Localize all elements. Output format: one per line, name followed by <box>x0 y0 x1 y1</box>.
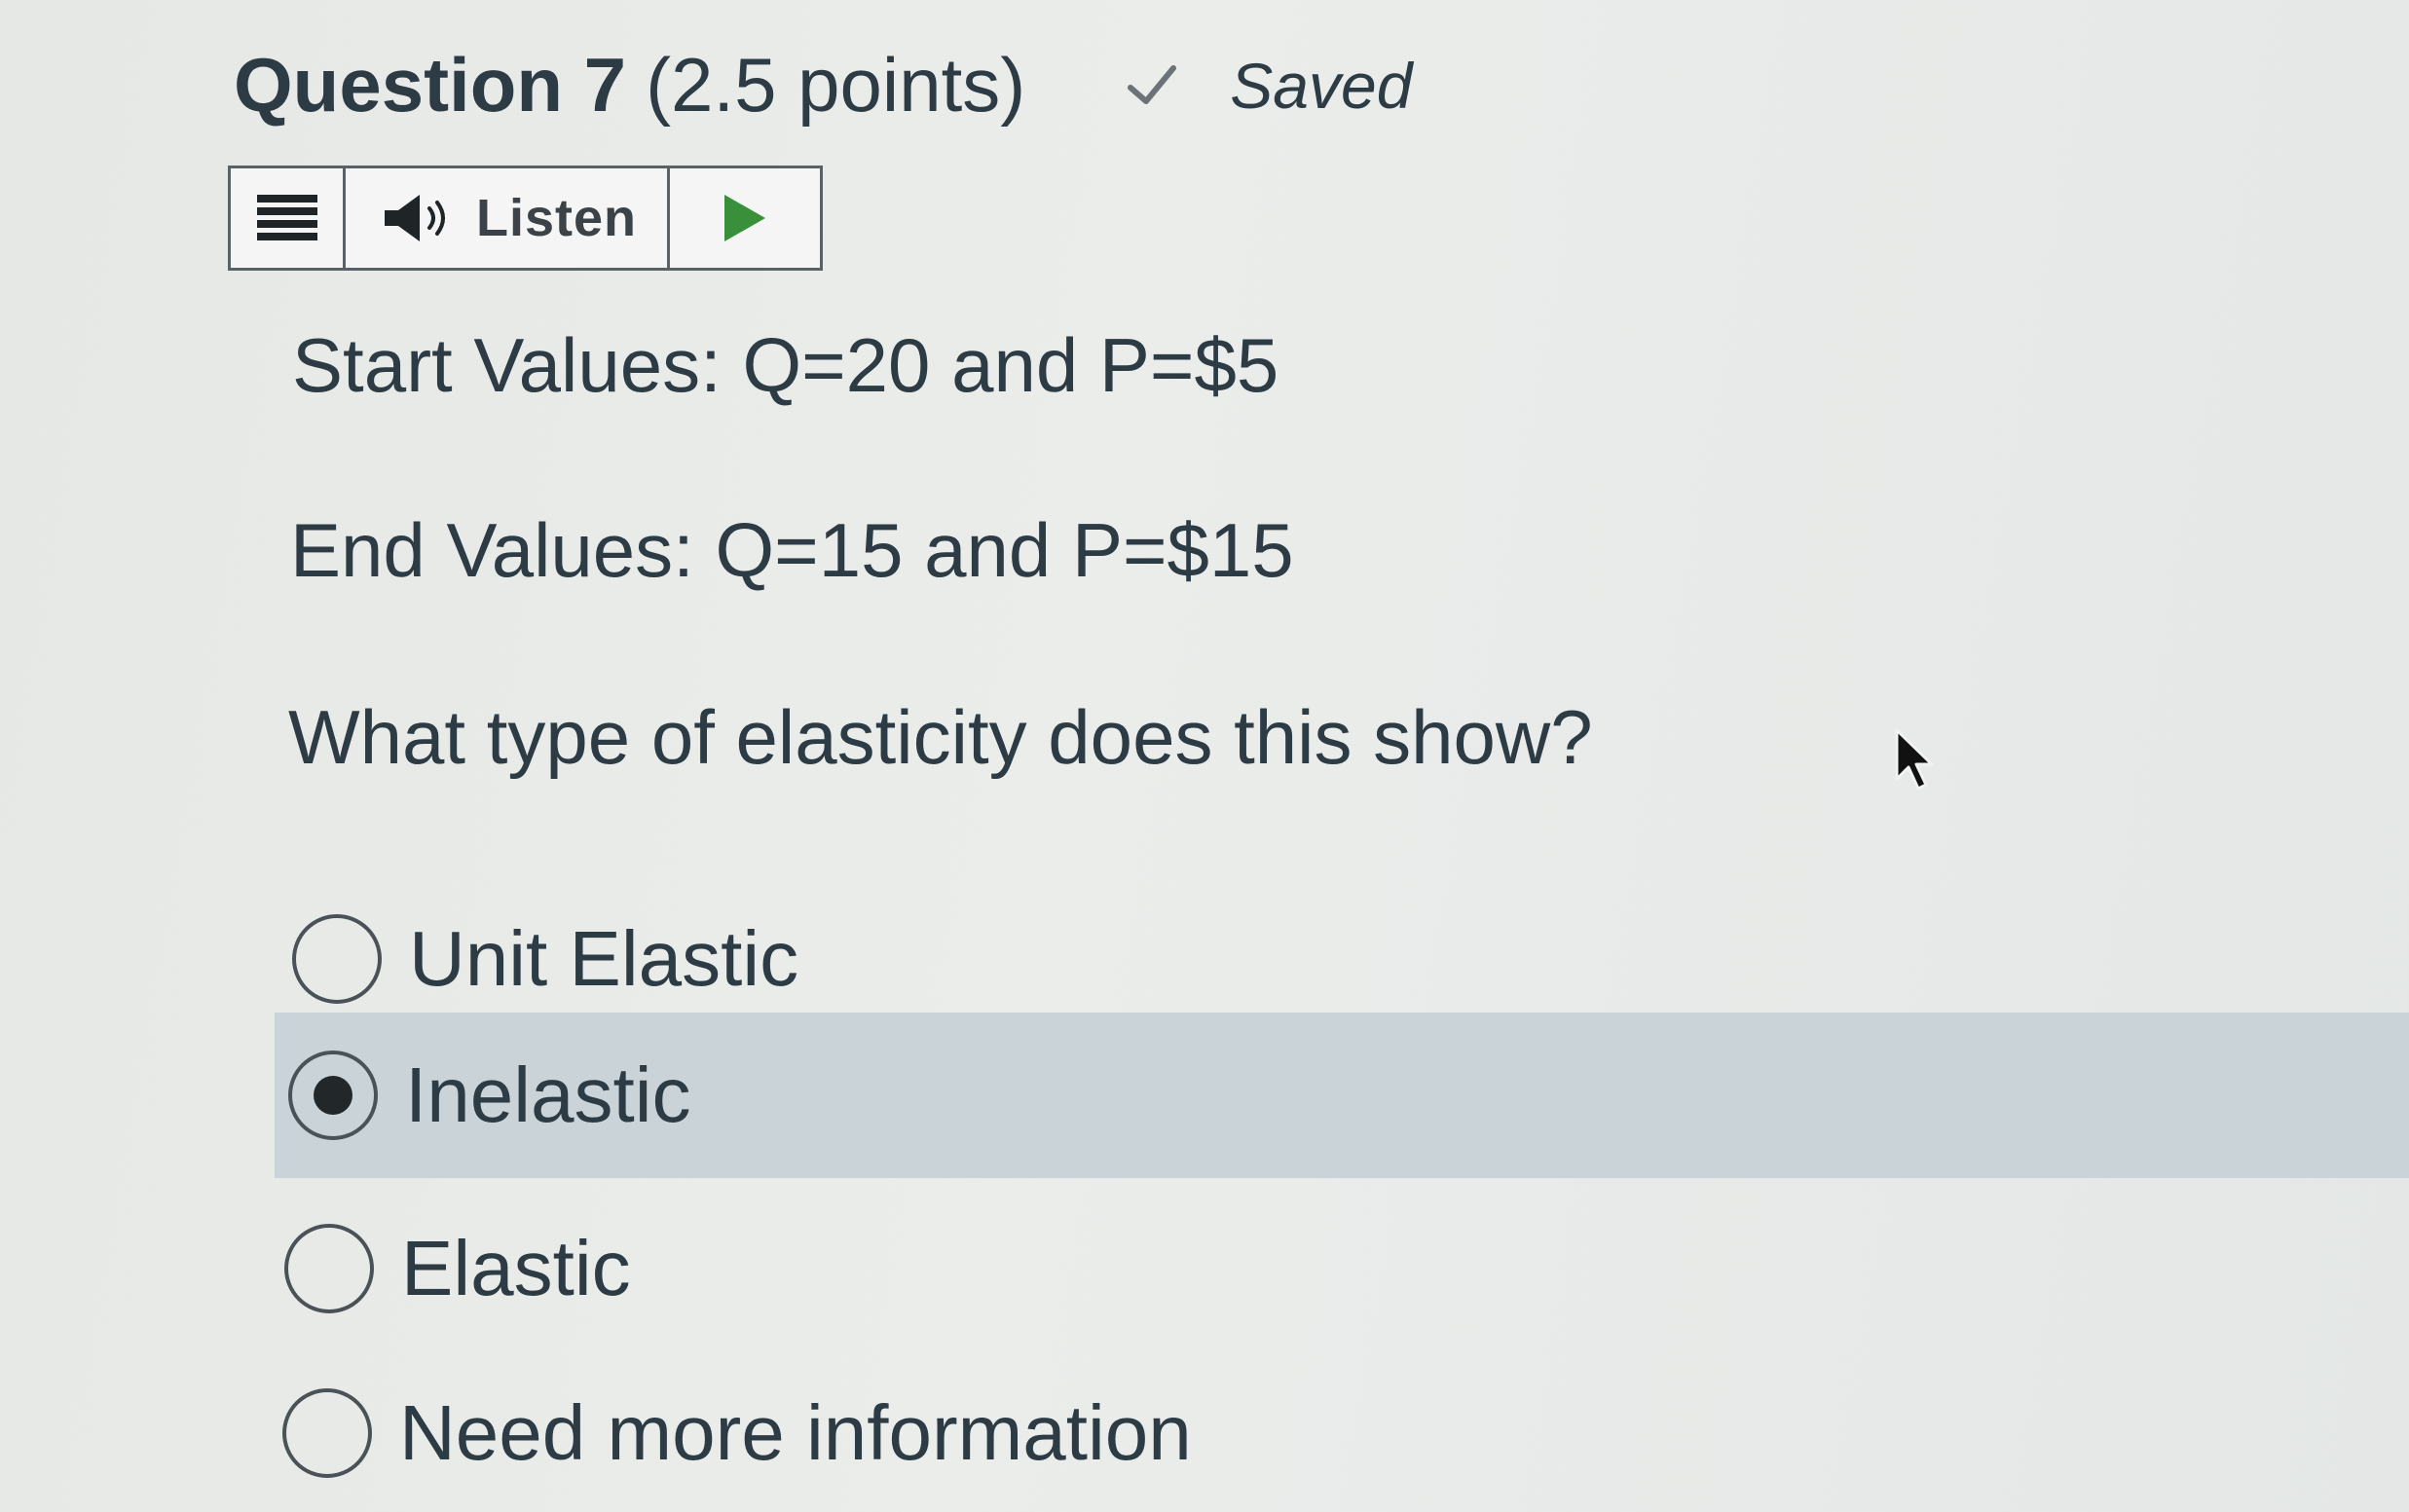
saved-status: Saved <box>1123 49 1412 123</box>
radio-button-selected[interactable] <box>288 1051 378 1140</box>
answer-option-inelastic[interactable]: Inelastic <box>275 1013 2409 1178</box>
answer-label: Need more information <box>399 1389 1192 1476</box>
answer-label: Inelastic <box>405 1051 691 1138</box>
radio-selected-dot <box>314 1076 352 1115</box>
question-title: Question 7 <box>234 42 627 128</box>
question-points: (2.5 points) <box>646 42 1026 128</box>
radio-button[interactable] <box>284 1224 374 1313</box>
mouse-pointer-icon <box>1895 728 1934 791</box>
radio-button[interactable] <box>282 1388 372 1478</box>
saved-label: Saved <box>1230 49 1413 122</box>
answer-label: Elastic <box>401 1225 631 1311</box>
speaker-icon <box>385 195 445 241</box>
play-button[interactable] <box>670 168 820 268</box>
listen-button[interactable]: Listen <box>346 168 670 268</box>
answer-option-need-more-information[interactable]: Need more information <box>282 1350 1192 1512</box>
question-header: Question 7 (2.5 points) Saved <box>234 41 1412 129</box>
radio-button[interactable] <box>292 914 382 1004</box>
question-prompt: What type of elasticity does this show? <box>288 694 1593 780</box>
play-icon <box>724 195 765 241</box>
end-values-text: End Values: Q=15 and P=$15 <box>290 507 1294 593</box>
hamburger-menu-icon <box>256 195 317 240</box>
listen-label: Listen <box>476 189 638 247</box>
toolbar-menu-button[interactable] <box>231 168 346 268</box>
answer-option-elastic[interactable]: Elastic <box>284 1186 631 1351</box>
checkmark-icon <box>1128 64 1177 104</box>
quiz-page: Question 7 (2.5 points) Saved Listen Sta… <box>0 0 2409 1512</box>
start-values-text: Start Values: Q=20 and P=$5 <box>292 322 1279 408</box>
listen-toolbar: Listen <box>228 166 823 271</box>
answer-label: Unit Elastic <box>409 915 799 1002</box>
